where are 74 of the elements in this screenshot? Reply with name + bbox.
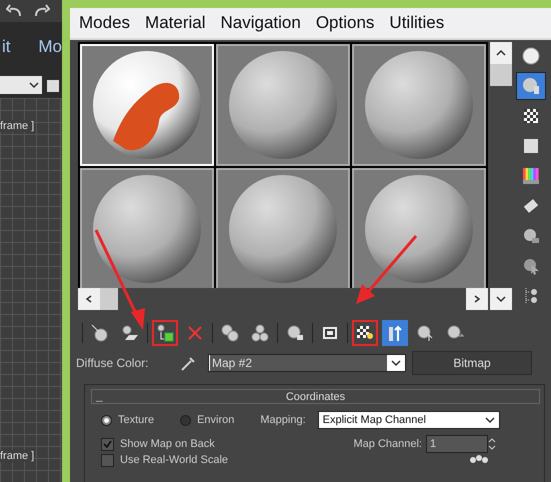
scroll-up-button[interactable] [490, 42, 512, 64]
cube-icon[interactable] [46, 77, 60, 93]
square-icon [524, 139, 538, 153]
scroll-left-button[interactable] [78, 288, 100, 310]
delete-icon [187, 325, 203, 341]
checker-map-icon [356, 324, 374, 342]
menu-item[interactable]: Options [316, 13, 374, 33]
map-channel-label: Map Channel: [354, 438, 422, 450]
menu-item[interactable]: Material [145, 13, 206, 33]
sphere-library-icon [286, 324, 304, 342]
menu-item[interactable]: Modes [79, 13, 130, 33]
mapping-label: Mapping: [260, 414, 306, 426]
checkbox-label: Show Map on Back [120, 438, 215, 450]
scroll-right-button[interactable] [466, 288, 488, 310]
paw-icon [468, 454, 490, 464]
tree-icon [524, 287, 538, 305]
side-tool-button[interactable] [516, 72, 546, 100]
chevron-down-icon [391, 359, 401, 367]
rollout-header[interactable]: _ Coordinates [91, 389, 540, 404]
menu-item[interactable]: Mo [38, 37, 62, 57]
annotation-arrow [356, 235, 418, 304]
radio-label: Environ [197, 414, 234, 426]
sample-slot[interactable] [352, 44, 486, 166]
scroll-down-button[interactable] [490, 288, 512, 310]
scroll-thumb[interactable] [100, 288, 118, 310]
checkbox-label: Use Real-World Scale [120, 454, 228, 466]
mapping-dropdown[interactable]: Explicit Map Channel [318, 411, 500, 429]
sphere-icon [521, 46, 541, 66]
eyedropper-sphere-icon [91, 324, 109, 342]
chevron-down-icon [496, 295, 506, 303]
checker-icon [524, 109, 538, 123]
copy-spheres-icon [221, 324, 239, 342]
toolbar-button[interactable] [352, 320, 378, 346]
chevron-up-icon [496, 49, 506, 57]
chevron-right-icon [472, 295, 482, 303]
color-bars-icon [523, 168, 539, 184]
menu-item[interactable]: Utilities [389, 13, 444, 33]
rollout-title: Coordinates [284, 390, 346, 402]
toolbar-button[interactable] [152, 320, 178, 346]
globe-icon [522, 227, 540, 245]
three-spheres-icon [251, 324, 269, 342]
menu-item[interactable]: Navigation [220, 13, 301, 33]
collapse-sign[interactable]: _ [96, 390, 108, 403]
checkbox[interactable] [101, 454, 114, 467]
map-name-field[interactable]: Map #2 [208, 354, 406, 372]
sphere-to-plane-icon [121, 324, 139, 342]
radio-button[interactable] [180, 414, 192, 426]
globe-cursor-icon [522, 257, 540, 275]
redo-icon[interactable] [34, 4, 50, 18]
sample-slot[interactable] [80, 168, 214, 288]
radio-button[interactable] [101, 414, 112, 426]
chevron-down-icon [484, 416, 495, 424]
sample-slot[interactable] [216, 168, 350, 288]
checkbox[interactable] [101, 438, 114, 450]
checkmark-icon [103, 440, 112, 448]
map-channel-field[interactable]: 1 [426, 435, 488, 453]
chevron-left-icon [84, 295, 94, 303]
id-channel-icon [322, 325, 338, 341]
end-result-icon [387, 324, 403, 342]
viewport-label: frame ] [0, 120, 34, 132]
menu-item[interactable]: it [2, 37, 10, 57]
undo-icon[interactable] [6, 4, 22, 18]
scroll-thumb[interactable] [490, 64, 512, 86]
radio-label: Texture [118, 414, 154, 426]
diffuse-color-label: Diffuse Color: [76, 356, 150, 370]
sphere-up-icon [416, 324, 434, 342]
viewport-label: frame ] [0, 450, 34, 462]
sample-slot[interactable] [352, 168, 486, 288]
chevron-down-icon [29, 81, 39, 89]
map-type-button[interactable]: Bitmap [412, 351, 532, 375]
spinner-arrows-icon[interactable] [488, 436, 496, 452]
sphere-to-cube-icon [156, 324, 174, 342]
sphere-icon [521, 76, 541, 96]
sample-slot[interactable] [216, 44, 350, 166]
